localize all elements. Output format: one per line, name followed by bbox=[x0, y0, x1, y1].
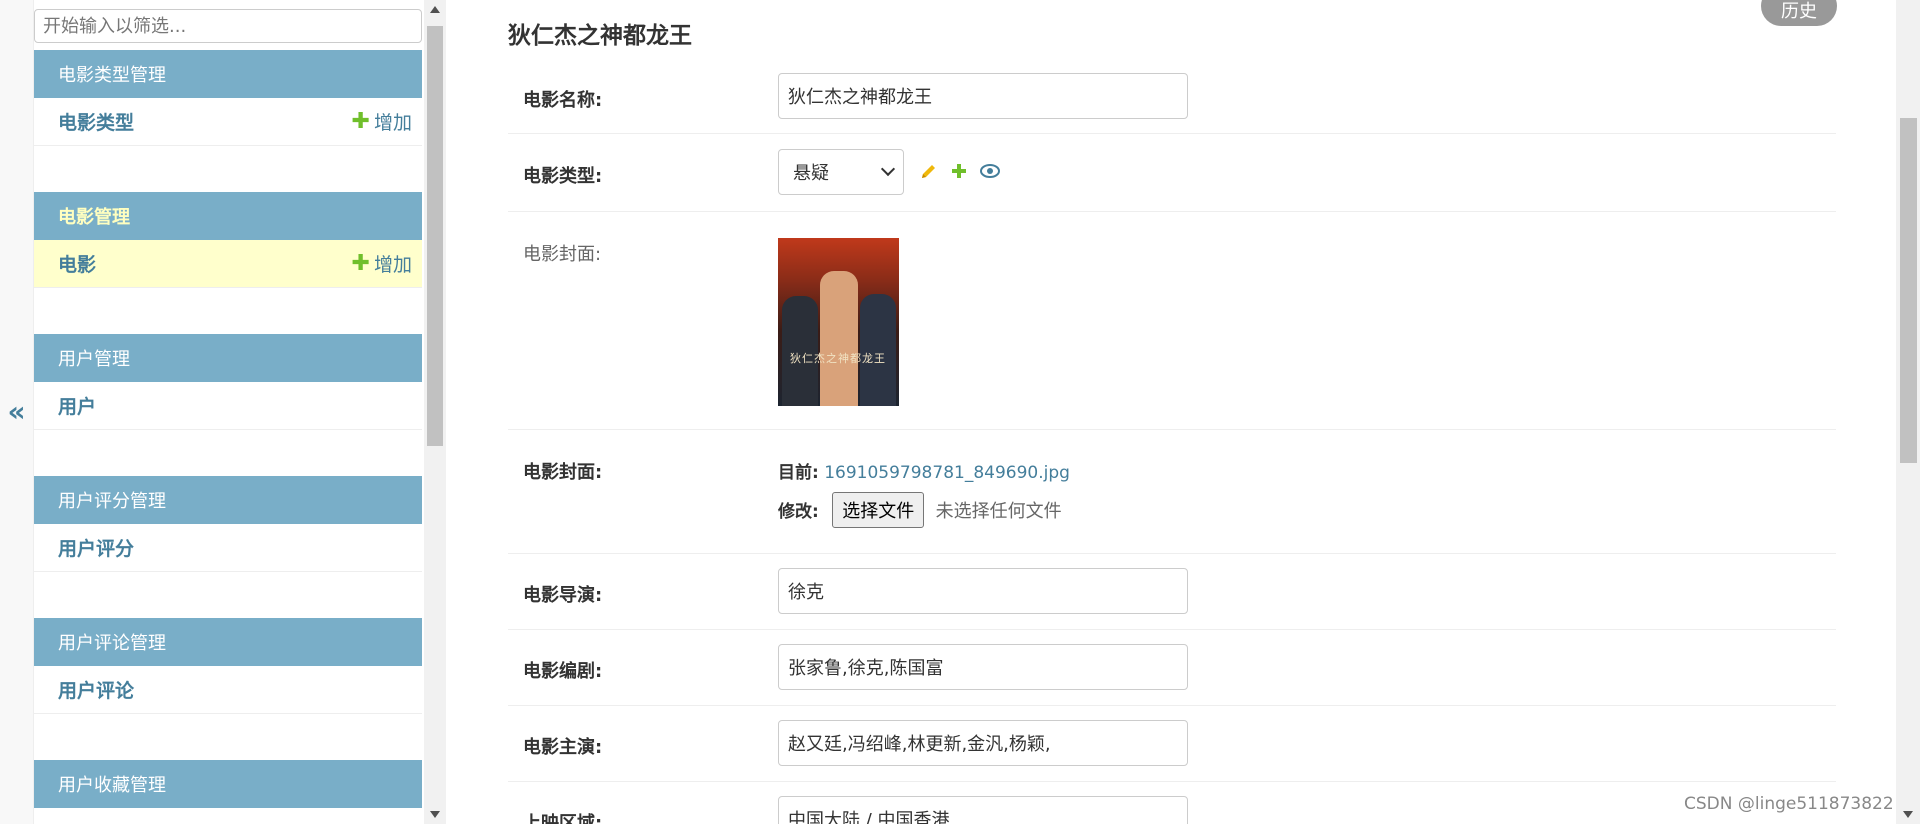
plus-icon[interactable] bbox=[950, 162, 968, 180]
page-title: 狄仁杰之神都龙王 bbox=[508, 23, 692, 49]
sidebar-collapse-toggle[interactable]: « bbox=[0, 0, 34, 824]
sidebar-item-user-rating: 用户评分 bbox=[34, 524, 422, 572]
model-link[interactable]: 电影类型 bbox=[58, 108, 134, 135]
add-link[interactable]: ✚ 增加 bbox=[352, 108, 412, 135]
module-user-rating: 用户评分管理 用户评分 bbox=[34, 476, 422, 572]
watermark: CSDN @linge511873822 bbox=[1684, 794, 1894, 814]
region-input[interactable] bbox=[778, 796, 1188, 824]
scrollbar-thumb[interactable] bbox=[427, 26, 443, 446]
field-label: 电影类型: bbox=[523, 166, 603, 187]
module-header[interactable]: 电影类型管理 bbox=[34, 50, 422, 98]
current-file-line: 目前: 1691059798781_849690.jpg bbox=[778, 458, 1070, 483]
add-label: 增加 bbox=[373, 112, 412, 134]
sidebar-item-user-comment: 用户评论 bbox=[34, 666, 422, 714]
module-movie-genre: 电影类型管理 电影类型 ✚ 增加 bbox=[34, 50, 422, 146]
sidebar-scrollbar[interactable] bbox=[424, 0, 446, 824]
model-link[interactable]: 用户 bbox=[58, 392, 96, 419]
module-user-favorite: 用户收藏管理 bbox=[34, 760, 422, 808]
history-button[interactable]: 历史 bbox=[1761, 0, 1837, 26]
writer-input[interactable] bbox=[778, 644, 1188, 690]
form-row-name: 电影名称: bbox=[508, 64, 1836, 134]
field-label: 电影导演: bbox=[523, 585, 603, 606]
module-user: 用户管理 用户 bbox=[34, 334, 422, 430]
movie-name-input[interactable] bbox=[778, 73, 1188, 119]
plus-icon: ✚ bbox=[351, 108, 370, 134]
movie-genre-select[interactable]: 悬疑 bbox=[778, 149, 904, 195]
module-user-comment: 用户评论管理 用户评论 bbox=[34, 618, 422, 714]
sidebar-item-user: 用户 bbox=[34, 382, 422, 430]
scroll-down-icon[interactable] bbox=[1903, 811, 1913, 818]
form-row-region: 上映区域: bbox=[508, 782, 1836, 824]
model-link[interactable]: 用户评论 bbox=[58, 676, 134, 703]
sidebar-item-movie-genre: 电影类型 ✚ 增加 bbox=[34, 98, 422, 146]
pencil-icon[interactable] bbox=[920, 162, 938, 180]
current-label: 目前: bbox=[778, 463, 819, 483]
field-label: 电影封面: bbox=[523, 244, 602, 265]
field-label: 电影名称: bbox=[523, 90, 603, 111]
current-file-link[interactable]: 1691059798781_849690.jpg bbox=[824, 463, 1070, 483]
form-row-cover-preview: 电影封面: 狄仁杰之神都龙王 bbox=[508, 212, 1836, 430]
double-chevron-left-icon: « bbox=[7, 395, 26, 428]
sidebar-nav: 电影类型管理 电影类型 ✚ 增加 电影管理 电影 ✚ 增加 用户管理 用户 用户… bbox=[34, 0, 422, 824]
add-label: 增加 bbox=[373, 254, 412, 276]
movie-poster-image: 狄仁杰之神都龙王 bbox=[778, 238, 899, 406]
director-input[interactable] bbox=[778, 568, 1188, 614]
change-file-line: 修改: 选择文件 未选择任何文件 bbox=[778, 492, 1062, 528]
scrollbar-thumb[interactable] bbox=[1900, 118, 1917, 463]
form-row-cover-file: 电影封面: 目前: 1691059798781_849690.jpg 修改: 选… bbox=[508, 430, 1836, 554]
module-header[interactable]: 用户评论管理 bbox=[34, 618, 422, 666]
module-movie: 电影管理 电影 ✚ 增加 bbox=[34, 192, 422, 288]
change-form: 历史 狄仁杰之神都龙王 电影名称: 电影类型: 悬疑 电影封面: 狄仁杰之神都龙… bbox=[448, 0, 1888, 824]
module-header[interactable]: 用户管理 bbox=[34, 334, 422, 382]
select-value: 悬疑 bbox=[793, 163, 829, 184]
no-file-text: 未选择任何文件 bbox=[935, 501, 1062, 522]
cast-input[interactable] bbox=[778, 720, 1188, 766]
module-header[interactable]: 用户评分管理 bbox=[34, 476, 422, 524]
model-link[interactable]: 用户评分 bbox=[58, 534, 134, 561]
field-label: 电影主演: bbox=[523, 737, 603, 758]
form-row-genre: 电影类型: 悬疑 bbox=[508, 134, 1836, 212]
form-row-writer: 电影编剧: bbox=[508, 630, 1836, 706]
choose-file-button[interactable]: 选择文件 bbox=[832, 492, 925, 528]
form-row-cast: 电影主演: bbox=[508, 706, 1836, 782]
scroll-down-icon[interactable] bbox=[430, 811, 440, 818]
add-link[interactable]: ✚ 增加 bbox=[352, 250, 412, 277]
poster-title-text: 狄仁杰之神都龙王 bbox=[790, 352, 886, 365]
change-label: 修改: bbox=[778, 502, 819, 522]
module-header[interactable]: 电影管理 bbox=[34, 192, 422, 240]
page-scrollbar[interactable] bbox=[1896, 0, 1920, 824]
sidebar-filter-input[interactable] bbox=[34, 9, 422, 43]
related-widget-actions bbox=[920, 162, 1000, 180]
plus-icon: ✚ bbox=[351, 250, 370, 276]
sidebar-item-movie: 电影 ✚ 增加 bbox=[34, 240, 422, 288]
eye-icon[interactable] bbox=[980, 162, 1000, 180]
scroll-up-icon[interactable] bbox=[430, 6, 440, 13]
chevron-down-icon bbox=[880, 161, 896, 177]
module-header[interactable]: 用户收藏管理 bbox=[34, 760, 422, 808]
field-label: 电影编剧: bbox=[523, 661, 603, 682]
field-label: 电影封面: bbox=[523, 462, 603, 483]
model-link[interactable]: 电影 bbox=[58, 250, 96, 277]
form-row-director: 电影导演: bbox=[508, 554, 1836, 630]
field-label: 上映区域: bbox=[523, 813, 603, 824]
